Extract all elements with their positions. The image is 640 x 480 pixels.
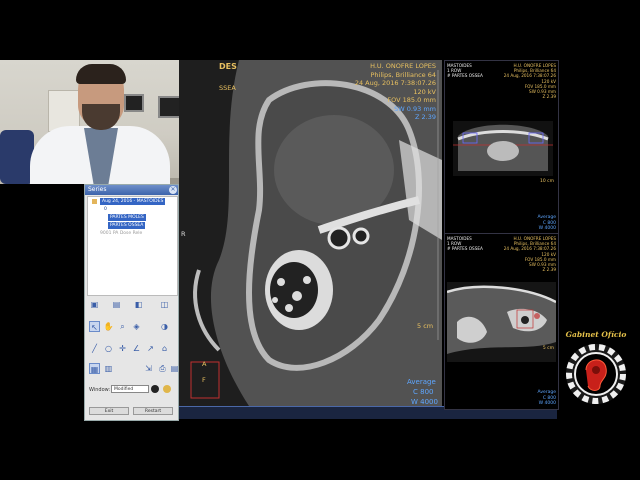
- slice-z: Z 2.39: [415, 113, 436, 121]
- close-icon[interactable]: ✕: [169, 186, 177, 194]
- tree-item-dose[interactable]: 9001 PA Dose Rele: [100, 230, 142, 237]
- slice-z: Z 2.39: [542, 267, 556, 273]
- side1-window-info: Average C 800 W 4000: [516, 215, 556, 232]
- background-monitor: [124, 94, 144, 112]
- scan-kv: 120 kV: [413, 87, 436, 96]
- series-tree[interactable]: Aug 24, 2016 - MASTOIDES 0 PARTES MOLES …: [87, 196, 178, 296]
- side2-right-info: H.U. ONOFRE LOPES Philips, Brilliance 64…: [476, 236, 556, 272]
- orientation-a-label: A: [202, 360, 207, 368]
- exit-button[interactable]: Exit: [89, 407, 129, 415]
- ct-coronal-image: [453, 121, 553, 176]
- side-viewport-sagittal[interactable]: MASTOIDES 1 ROW # PARTES OSSEA H.U. ONOF…: [444, 233, 559, 410]
- hospital-name: H.U. ONOFRE LOPES: [370, 62, 436, 70]
- text-annotation-icon[interactable]: ⌂: [159, 343, 170, 354]
- background-chair: [0, 130, 34, 184]
- series-name-partial: DES: [219, 62, 237, 71]
- grid-icon[interactable]: ▦: [89, 363, 100, 374]
- series-panel: Series ✕ Aug 24, 2016 - MASTOIDES 0 PART…: [84, 184, 179, 421]
- window-average-label: Average: [407, 378, 436, 386]
- layout-icon[interactable]: ◧: [133, 299, 144, 310]
- folder-icon: [92, 199, 97, 204]
- series-sub-partial: SSEA: [219, 84, 236, 92]
- crosshair-icon[interactable]: ✛: [117, 343, 128, 354]
- channel-logo: Gabinet Ofício: [560, 330, 632, 410]
- window-width-value: W 4000: [411, 398, 438, 406]
- logo-text: Gabinet Ofício: [565, 330, 627, 339]
- film-icon[interactable]: ▤: [111, 299, 122, 310]
- tree-item-node[interactable]: 0: [104, 206, 107, 213]
- scan-fov: FOV 185.0 mm: [387, 96, 436, 104]
- slice-z: Z 2.39: [542, 94, 556, 100]
- window-width-value: W 4000: [538, 226, 556, 231]
- scale-label: 5 cm: [417, 322, 434, 330]
- slice-width: SW 0.93 mm: [394, 104, 436, 113]
- invert-icon[interactable]: [151, 385, 159, 393]
- save-icon[interactable]: ▣: [89, 299, 100, 310]
- side2-window-info: Average C 800 W 4000: [516, 390, 556, 407]
- restart-button[interactable]: Restart: [133, 407, 173, 415]
- tree-item-study[interactable]: Aug 24, 2016 - MASTOIDES: [100, 198, 166, 205]
- window-icon[interactable]: ◫: [159, 299, 170, 310]
- arrow-icon[interactable]: ↗: [145, 343, 156, 354]
- pointer-icon[interactable]: ↖: [89, 321, 100, 332]
- angle-icon[interactable]: ∠: [131, 343, 142, 354]
- side-viewport-coronal[interactable]: MASTOIDES 1 ROW # PARTES OSSEA H.U. ONOF…: [444, 60, 559, 234]
- doctor-hair: [76, 64, 126, 84]
- contrast-icon[interactable]: ◑: [159, 321, 170, 332]
- ct-info-block: H.U. ONOFRE LOPES Philips, Brilliance 64…: [316, 62, 436, 122]
- gear-ear-icon: [566, 344, 626, 404]
- ct-sagittal-image: [447, 282, 556, 362]
- series-panel-title: Series: [85, 185, 178, 195]
- side1-scale-label: 10 cm: [539, 179, 554, 184]
- scanner-model: Philips, Brilliance 64: [370, 70, 436, 79]
- series-icon[interactable]: ▥: [103, 363, 114, 374]
- tree-item-partes-moles[interactable]: PARTES MOLES: [108, 214, 146, 221]
- line-measure-icon[interactable]: ╱: [89, 343, 100, 354]
- pan-hand-icon[interactable]: ✋: [103, 321, 114, 332]
- orientation-f-label: F: [202, 376, 206, 384]
- window-label: Window:: [89, 387, 111, 393]
- preset-icon[interactable]: [163, 385, 171, 393]
- side2-scale-label: 5 cm: [542, 346, 554, 351]
- rotate-icon[interactable]: ◈: [131, 321, 142, 332]
- ellipse-roi-icon[interactable]: ○: [103, 343, 114, 354]
- window-select[interactable]: Modified: [111, 385, 149, 393]
- main-ct-viewport[interactable]: DES SSEA H.U. ONOFRE LOPES Philips, Bril…: [179, 60, 442, 406]
- side1-right-info: H.U. ONOFRE LOPES Philips, Brilliance 64…: [476, 63, 556, 99]
- window-center-value: C 800: [413, 388, 434, 396]
- window-width-value: W 4000: [538, 401, 556, 406]
- orientation-r-label: R: [181, 230, 186, 238]
- export-icon[interactable]: ⇲: [143, 363, 154, 374]
- tree-item-partes-ossea[interactable]: PARTES OSSEA: [108, 222, 146, 229]
- tool-area: ▣ ▤ ◧ ◫ ↖ ✋ ⌕ ◈ ◑ ╱ ○ ✛ ∠ ↗ ⌂ ▦ ▥ ⇲ ⎙ ▤: [87, 297, 178, 419]
- print-icon[interactable]: ⎙: [157, 363, 168, 374]
- zoom-icon[interactable]: ⌕: [117, 321, 128, 332]
- scan-datetime: 24 Aug, 2016 7:38:07.26: [354, 79, 436, 87]
